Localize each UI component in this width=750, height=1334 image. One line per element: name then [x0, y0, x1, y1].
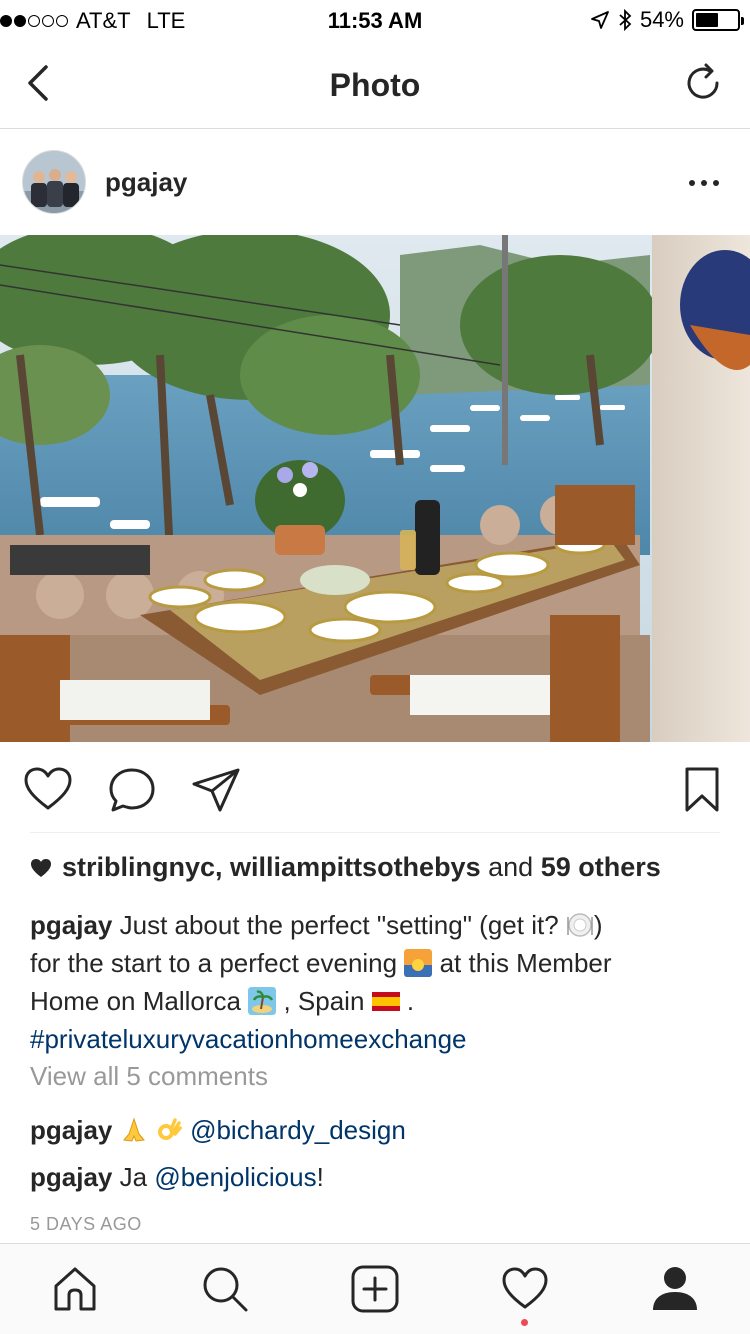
post-username[interactable]: pgajay	[105, 167, 187, 198]
page-title: Photo	[329, 67, 421, 103]
paper-plane-icon[interactable]	[190, 764, 242, 816]
praying-hands-emoji-icon	[122, 1117, 145, 1142]
avatar[interactable]	[22, 150, 86, 214]
post-photo[interactable]	[0, 235, 750, 742]
search-icon[interactable]	[200, 1264, 250, 1314]
mention-link[interactable]: @bichardy_design	[190, 1115, 406, 1145]
heart-icon[interactable]	[22, 764, 74, 816]
caption-text: Home on Mallorca	[30, 986, 241, 1016]
battery-fill	[696, 13, 718, 27]
comment-username[interactable]: pgajay	[30, 1162, 112, 1192]
mention-link[interactable]: @benjolicious	[154, 1162, 316, 1192]
caption-text: .	[406, 986, 415, 1016]
likes-line: striblingnyc, williampittsothebys and 59…	[30, 852, 661, 883]
ok-hand-emoji-icon	[157, 1118, 182, 1140]
caption-text: at this Member	[439, 948, 612, 978]
caption-text: , Spain	[283, 986, 365, 1016]
heart-outline-icon[interactable]	[500, 1264, 550, 1314]
more-dots-icon[interactable]	[684, 173, 724, 193]
caption-text: )	[593, 910, 603, 940]
divider	[30, 832, 720, 833]
comment-text: Ja	[119, 1162, 148, 1192]
profile-icon[interactable]	[650, 1264, 700, 1314]
refresh-icon[interactable]	[678, 58, 728, 108]
comment-row: pgajay Ja @benjolicious!	[30, 1162, 324, 1193]
caption-text: Just about the perfect "setting" (get it…	[119, 910, 559, 940]
comment-suffix: !	[316, 1162, 324, 1192]
heart-filled-icon	[31, 858, 51, 877]
add-post-icon[interactable]	[350, 1264, 400, 1314]
terrace-dining-photo	[0, 235, 750, 742]
caption-username[interactable]: pgajay	[30, 910, 112, 940]
post-header: pgajay	[0, 129, 750, 235]
status-right: 54%	[590, 7, 744, 33]
location-arrow-icon	[591, 11, 609, 29]
post-actions	[0, 742, 750, 834]
sunset-emoji-icon	[404, 949, 433, 977]
caption-text: for the start to a perfect evening	[30, 948, 398, 978]
liker-link[interactable]: williampittsothebys	[230, 852, 481, 882]
home-icon[interactable]	[50, 1264, 100, 1314]
spain-flag-icon	[371, 992, 400, 1011]
comment-row: pgajay @bichardy_design	[30, 1115, 406, 1146]
comment-username[interactable]: pgajay	[30, 1115, 112, 1145]
battery-percent: 54%	[639, 7, 684, 32]
navigation-bar: Photo	[0, 40, 750, 129]
status-bar: AT&T LTE 11:53 AM 54%	[0, 0, 750, 40]
tab-bar	[0, 1243, 750, 1334]
comment-bubble-icon[interactable]	[106, 764, 158, 816]
post-timestamp: 5 DAYS AGO	[30, 1214, 142, 1234]
plate-emoji-icon	[567, 913, 593, 937]
post-caption: pgajay Just about the perfect "setting" …	[30, 906, 720, 1058]
notification-dot	[521, 1319, 528, 1326]
likes-and-text: and	[488, 852, 534, 882]
liker-link[interactable]: striblingnyc,	[62, 852, 223, 882]
battery-icon	[692, 9, 744, 31]
likes-count[interactable]: 59 others	[541, 852, 661, 882]
view-all-comments-link[interactable]: View all 5 comments	[30, 1061, 268, 1092]
hashtag-link[interactable]: #privateluxuryvacationhomeexchange	[30, 1024, 467, 1054]
bluetooth-icon	[619, 8, 632, 32]
bookmark-icon[interactable]	[676, 764, 728, 816]
island-emoji-icon	[248, 987, 277, 1015]
